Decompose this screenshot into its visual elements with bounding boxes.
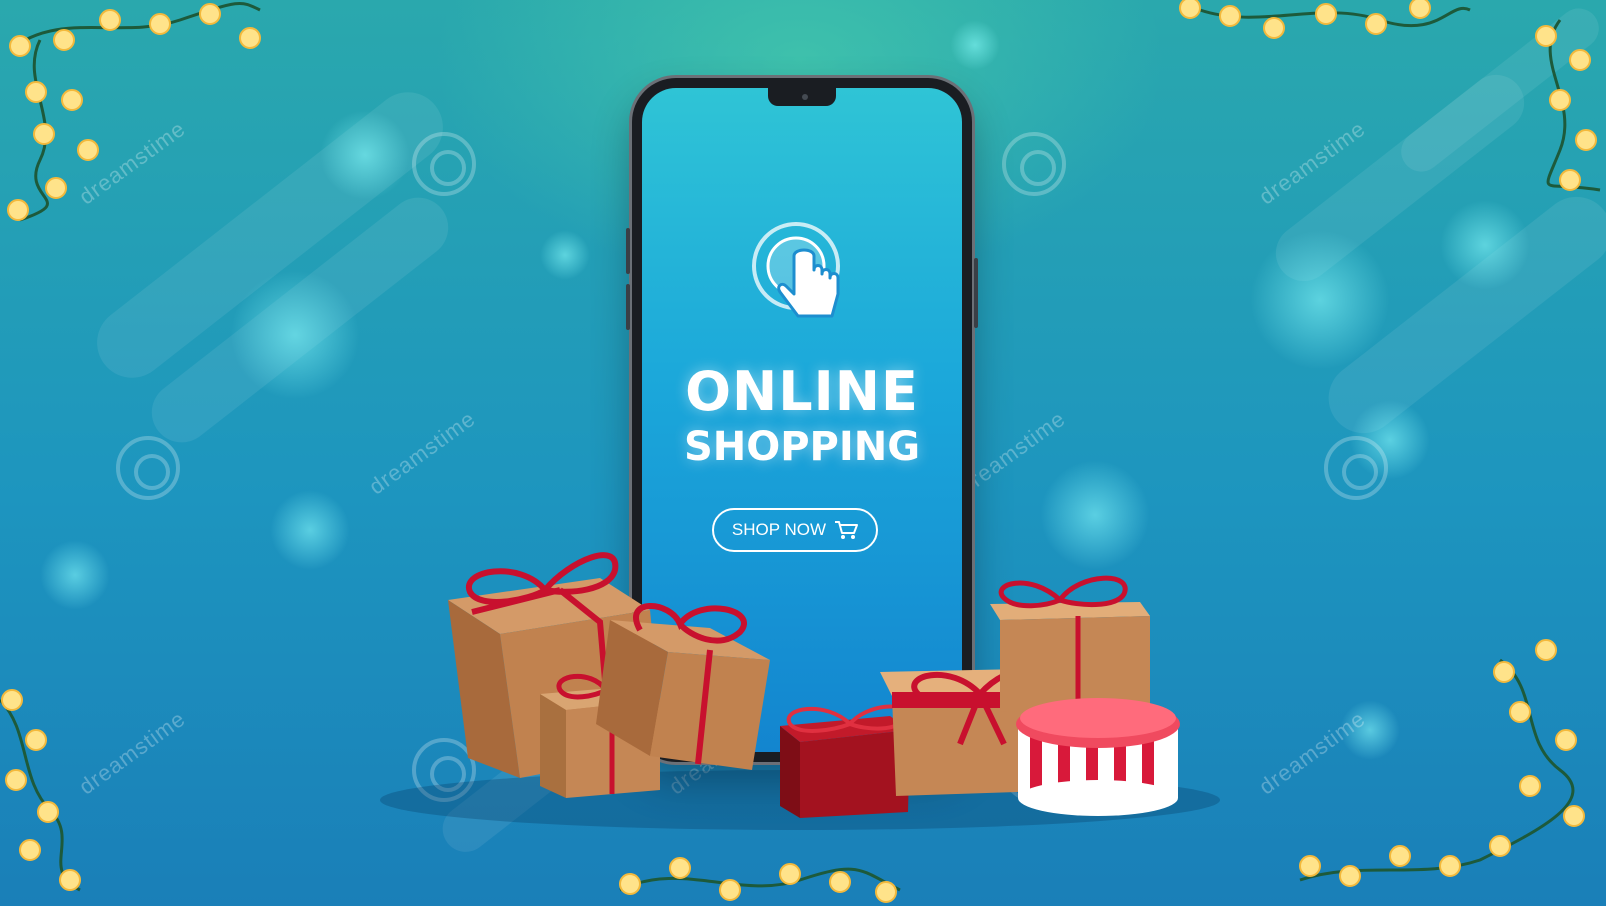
banner-scene: dreamstime dreamstime dreamstime dreamst… xyxy=(0,0,1606,906)
gift-boxes-group xyxy=(380,552,1220,830)
round-gift-box xyxy=(1016,698,1180,816)
gift-box xyxy=(990,575,1150,712)
gift-box xyxy=(780,704,910,818)
